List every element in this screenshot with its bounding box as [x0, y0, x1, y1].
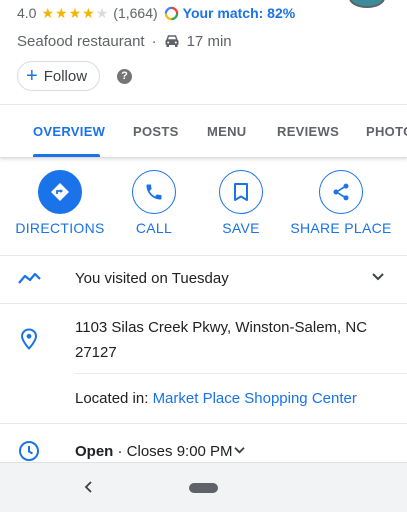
- tab-posts[interactable]: POSTS: [133, 124, 179, 139]
- share-circle[interactable]: [319, 170, 363, 214]
- directions-circle[interactable]: [38, 170, 82, 214]
- separator-dot: ·: [151, 32, 157, 50]
- located-in-link[interactable]: Market Place Shopping Center: [153, 390, 357, 407]
- share-place-button[interactable]: SHARE PLACE: [290, 170, 392, 236]
- star-filled-icon: ★: [41, 5, 55, 21]
- star-empty-icon: ★: [95, 5, 109, 21]
- address-text: 1103 Silas Creek Pkwy, Winston-Salem, NC…: [75, 319, 368, 361]
- chevron-down-icon[interactable]: [371, 272, 385, 282]
- star-filled-icon: ★: [82, 5, 95, 21]
- rating-value: 4.0: [17, 5, 37, 21]
- car-icon: [165, 35, 179, 47]
- located-in-row: Located in: Market Place Shopping Center: [75, 390, 357, 407]
- star-filled-icon: ★: [68, 5, 82, 21]
- save-circle[interactable]: [219, 170, 263, 214]
- category-label: Seafood restaurant: [17, 32, 145, 50]
- tab-overview[interactable]: OVERVIEW: [33, 124, 105, 139]
- divider: [0, 303, 407, 304]
- save-button[interactable]: SAVE: [218, 170, 264, 236]
- match-score[interactable]: Your match: 82%: [183, 5, 296, 21]
- active-tab-indicator: [33, 154, 100, 157]
- location-pin-icon: [20, 328, 38, 350]
- tab-photos[interactable]: PHOTOS: [366, 124, 407, 139]
- plus-icon: +: [26, 65, 38, 87]
- closing-time: · Closes 9:00 PM: [117, 443, 233, 460]
- back-icon[interactable]: [83, 479, 95, 495]
- divider: [0, 255, 407, 256]
- trending-icon: [18, 272, 41, 284]
- star-rating: ★ ★ ★ ★ ★: [41, 6, 108, 20]
- directions-button[interactable]: DIRECTIONS: [15, 170, 105, 236]
- drive-time: 17 min: [186, 32, 232, 50]
- directions-label: DIRECTIONS: [15, 220, 105, 236]
- follow-label: Follow: [43, 67, 88, 85]
- home-pill[interactable]: [189, 483, 218, 493]
- follow-row: + Follow ?: [17, 61, 407, 91]
- follow-button[interactable]: + Follow: [17, 61, 101, 91]
- tab-menu[interactable]: MENU: [207, 124, 246, 139]
- review-count: (1,664): [113, 5, 158, 21]
- clock-icon: [19, 441, 39, 461]
- help-icon[interactable]: ?: [117, 68, 133, 84]
- located-in-label: Located in:: [75, 390, 149, 407]
- open-status: Open: [75, 443, 114, 460]
- share-place-label: SHARE PLACE: [290, 220, 392, 236]
- visited-text: You visited on Tuesday: [75, 270, 229, 287]
- category-row: Seafood restaurant · 17 min: [17, 31, 407, 51]
- save-label: SAVE: [222, 220, 260, 236]
- directions-icon: [51, 183, 69, 201]
- rating-row[interactable]: 4.0 ★ ★ ★ ★ ★ (1,664) Your match: 82%: [17, 4, 407, 22]
- divider: [75, 373, 407, 374]
- call-label: CALL: [135, 220, 173, 236]
- match-ring-icon: [164, 6, 178, 20]
- tab-bar: OVERVIEW POSTS MENU REVIEWS PHOTOS: [0, 104, 407, 158]
- place-summary: 4.0 ★ ★ ★ ★ ★ (1,664) Your match: 82% Se…: [17, 0, 407, 91]
- chevron-down-icon[interactable]: [233, 446, 246, 455]
- call-circle[interactable]: [132, 170, 176, 214]
- tab-reviews[interactable]: REVIEWS: [277, 124, 339, 139]
- divider: [0, 423, 407, 424]
- system-nav-bar: [0, 462, 407, 512]
- phone-icon: [146, 184, 162, 200]
- share-icon: [333, 183, 349, 201]
- hours-text: Open · Closes 9:00 PM: [75, 443, 233, 460]
- bookmark-icon: [234, 183, 248, 201]
- call-button[interactable]: CALL: [131, 170, 177, 236]
- star-filled-icon: ★: [55, 5, 68, 21]
